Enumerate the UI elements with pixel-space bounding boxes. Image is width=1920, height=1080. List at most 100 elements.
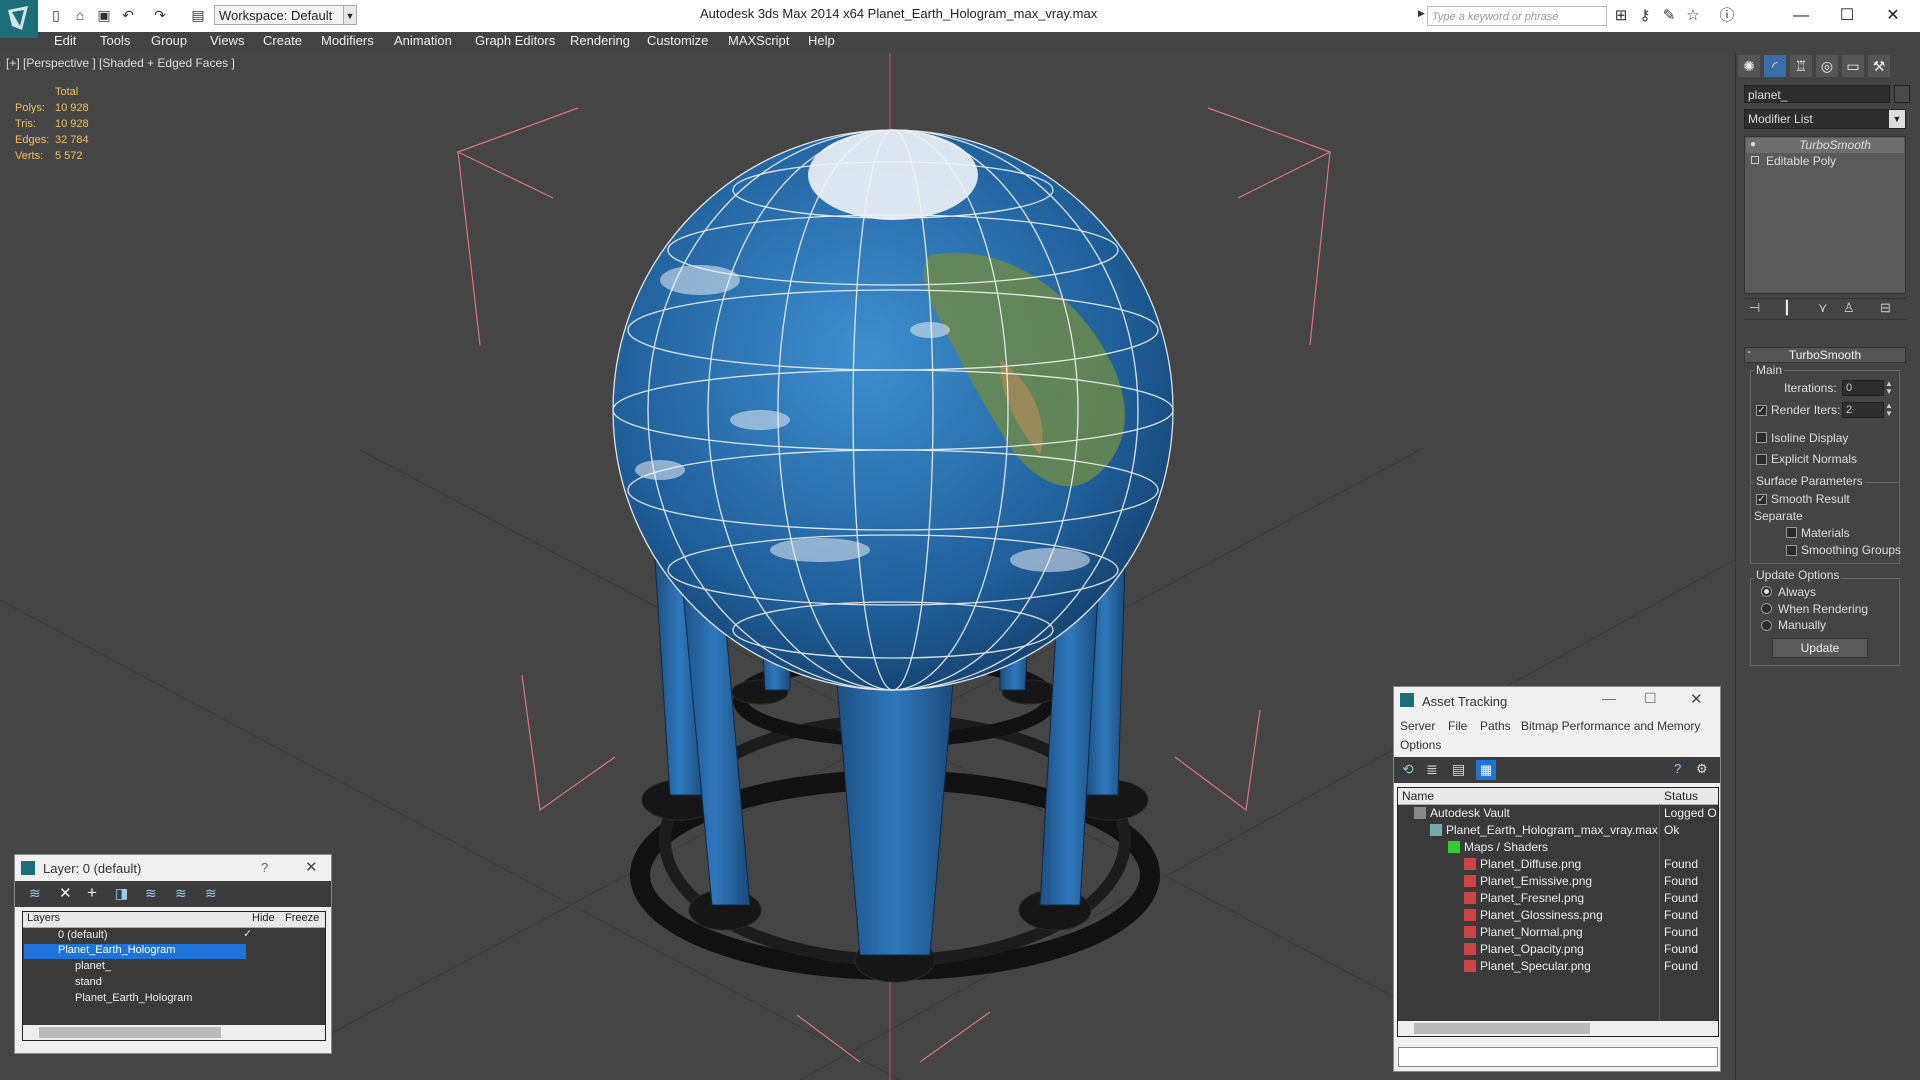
make-unique-icon[interactable]: ⋎ [1818, 300, 1828, 316]
add-to-layer-icon[interactable]: + [87, 883, 97, 903]
menu-views[interactable]: Views [210, 33, 244, 48]
set-current-layer-icon[interactable]: ≋ [175, 885, 187, 902]
lightbulb-icon[interactable]: ● [1750, 139, 1756, 150]
new-file-icon[interactable]: ▯ [48, 8, 64, 22]
object-name-field[interactable]: planet_ [1744, 85, 1890, 103]
asset-row[interactable]: Planet_Glossiness.png [1464, 907, 1603, 924]
materials-checkbox[interactable] [1786, 527, 1797, 538]
workspace-dropdown-icon[interactable]: ▼ [343, 5, 357, 25]
when-rendering-radio[interactable] [1761, 603, 1772, 614]
help-icon[interactable]: ⓘ [1718, 7, 1736, 25]
tools-icon[interactable]: ✎ [1660, 7, 1678, 25]
menu-create[interactable]: Create [263, 33, 302, 48]
create-layer-icon[interactable]: ≋ [29, 885, 41, 902]
layer-object-row[interactable]: planet_ [75, 958, 111, 975]
menu-server[interactable]: Server [1400, 719, 1435, 733]
asset-row[interactable]: Planet_Diffuse.png [1464, 856, 1581, 873]
menu-graph-editors[interactable]: Graph Editors [475, 33, 555, 48]
minimize-icon[interactable]: — [1602, 690, 1616, 706]
maximize-icon[interactable]: ☐ [1824, 4, 1870, 28]
layer-row-selected[interactable]: Planet_Earth_Hologram [58, 942, 175, 959]
spinner-arrows-icon[interactable]: ▲ ▼ [1885, 380, 1893, 396]
asset-row[interactable]: Planet_Opacity.png [1464, 941, 1584, 958]
menu-customize[interactable]: Customize [647, 33, 708, 48]
spinner-arrows-icon[interactable]: ▲ ▼ [1885, 402, 1893, 418]
app-logo-icon[interactable] [0, 0, 38, 38]
close-icon[interactable]: ✕ [1870, 4, 1916, 28]
menu-help[interactable]: Help [808, 33, 835, 48]
create-tab-icon[interactable]: ✺ [1738, 55, 1760, 77]
workspace-select[interactable]: Workspace: Default [214, 5, 352, 25]
favorite-star-icon[interactable]: ☆ [1684, 7, 1702, 25]
manually-radio[interactable] [1761, 620, 1772, 631]
col-status[interactable]: Status [1664, 789, 1698, 803]
maximize-icon[interactable]: ☐ [1644, 690, 1657, 707]
motion-tab-icon[interactable]: ◎ [1816, 55, 1838, 77]
smooth-result-checkbox[interactable]: ✓ [1756, 494, 1767, 505]
refresh-icon[interactable]: ⟲ [1402, 761, 1414, 778]
menu-tools[interactable]: Tools [100, 33, 130, 48]
help-icon[interactable]: ? [1674, 761, 1681, 776]
hierarchy-tab-icon[interactable]: ♖ [1790, 55, 1812, 77]
menu-options[interactable]: Options [1400, 738, 1441, 752]
menu-animation[interactable]: Animation [394, 33, 452, 48]
isoline-checkbox[interactable] [1756, 432, 1767, 443]
scrollbar-thumb[interactable] [39, 1027, 221, 1038]
col-layers[interactable]: Layers [27, 912, 60, 924]
scrollbar-thumb[interactable] [1414, 1023, 1590, 1034]
asset-row[interactable]: Maps / Shaders [1448, 839, 1548, 856]
hide-all-icon[interactable]: ≋ [205, 885, 217, 902]
show-end-result-icon[interactable]: ┃ [1783, 300, 1791, 316]
turbosmooth-rollout-header[interactable]: TurboSmooth [1744, 347, 1906, 363]
always-radio[interactable] [1761, 586, 1772, 597]
explicit-normals-checkbox[interactable] [1756, 454, 1767, 465]
menu-maxscript[interactable]: MAXScript [728, 33, 789, 48]
close-icon[interactable]: ✕ [1690, 690, 1703, 708]
list-view-icon[interactable]: ≣ [1426, 761, 1438, 778]
search-expand-icon[interactable]: ▶ [1418, 8, 1426, 24]
collapse-icon[interactable]: - [1747, 346, 1751, 358]
redo-icon[interactable]: ↷ [152, 8, 168, 22]
details-view-icon[interactable]: ▤ [1452, 761, 1465, 778]
iterations-spinner[interactable]: 0 [1842, 380, 1884, 396]
smoothing-groups-checkbox[interactable] [1786, 545, 1797, 556]
display-tab-icon[interactable]: ▭ [1842, 55, 1864, 77]
close-icon[interactable]: ✕ [305, 858, 318, 876]
settings-icon[interactable]: ⚙ [1696, 761, 1708, 777]
select-layer-icon[interactable]: ≋ [145, 885, 157, 902]
pin-stack-icon[interactable]: ⊣ [1749, 300, 1760, 316]
chevron-down-icon[interactable]: ▼ [1889, 110, 1905, 128]
binoculars-icon[interactable]: ⊞ [1612, 7, 1630, 25]
stack-item-turbosmooth[interactable]: TurboSmooth [1746, 138, 1904, 153]
open-file-icon[interactable]: ⌂ [72, 8, 88, 22]
configure-sets-icon[interactable]: ⊟ [1880, 300, 1891, 316]
col-freeze[interactable]: Freeze [285, 912, 319, 924]
modifier-list-dropdown[interactable]: Modifier List [1744, 109, 1906, 129]
undo-icon[interactable]: ↶ [120, 8, 136, 22]
menu-group[interactable]: Group [151, 33, 187, 48]
asset-path-field[interactable] [1398, 1047, 1718, 1067]
layer-object-row[interactable]: Planet_Earth_Hologram [75, 990, 192, 1007]
menu-modifiers[interactable]: Modifiers [321, 33, 374, 48]
render-iters-spinner[interactable]: 2 [1842, 402, 1884, 418]
menu-paths[interactable]: Paths [1480, 719, 1511, 733]
viewport-label[interactable]: [+] [Perspective ] [Shaded + Edged Faces… [6, 56, 235, 70]
save-icon[interactable]: ▣ [96, 8, 112, 22]
col-name[interactable]: Name [1402, 789, 1434, 803]
asset-row[interactable]: Autodesk Vault [1414, 805, 1510, 822]
menu-file[interactable]: File [1448, 719, 1467, 733]
search-input[interactable]: Type a keyword or phrase [1427, 6, 1607, 26]
asset-row[interactable]: Planet_Earth_Hologram_max_vray.max [1430, 822, 1658, 839]
menu-rendering[interactable]: Rendering [570, 33, 630, 48]
utilities-tab-icon[interactable]: ⚒ [1868, 55, 1890, 77]
select-objects-icon[interactable]: ◨ [115, 885, 128, 902]
project-folder-icon[interactable]: ▤ [190, 8, 206, 22]
layer-object-row[interactable]: stand [75, 974, 102, 991]
render-iters-checkbox[interactable]: ✓ [1756, 405, 1767, 416]
col-hide[interactable]: Hide [252, 912, 275, 924]
menu-bitmap-performance[interactable]: Bitmap Performance and Memory [1521, 719, 1700, 733]
stack-item-editable-poly[interactable]: Editable Poly [1746, 154, 1904, 169]
menu-edit[interactable]: Edit [54, 33, 76, 48]
asset-row[interactable]: Planet_Fresnel.png [1464, 890, 1584, 907]
key-icon[interactable]: ⚷ [1636, 7, 1654, 25]
